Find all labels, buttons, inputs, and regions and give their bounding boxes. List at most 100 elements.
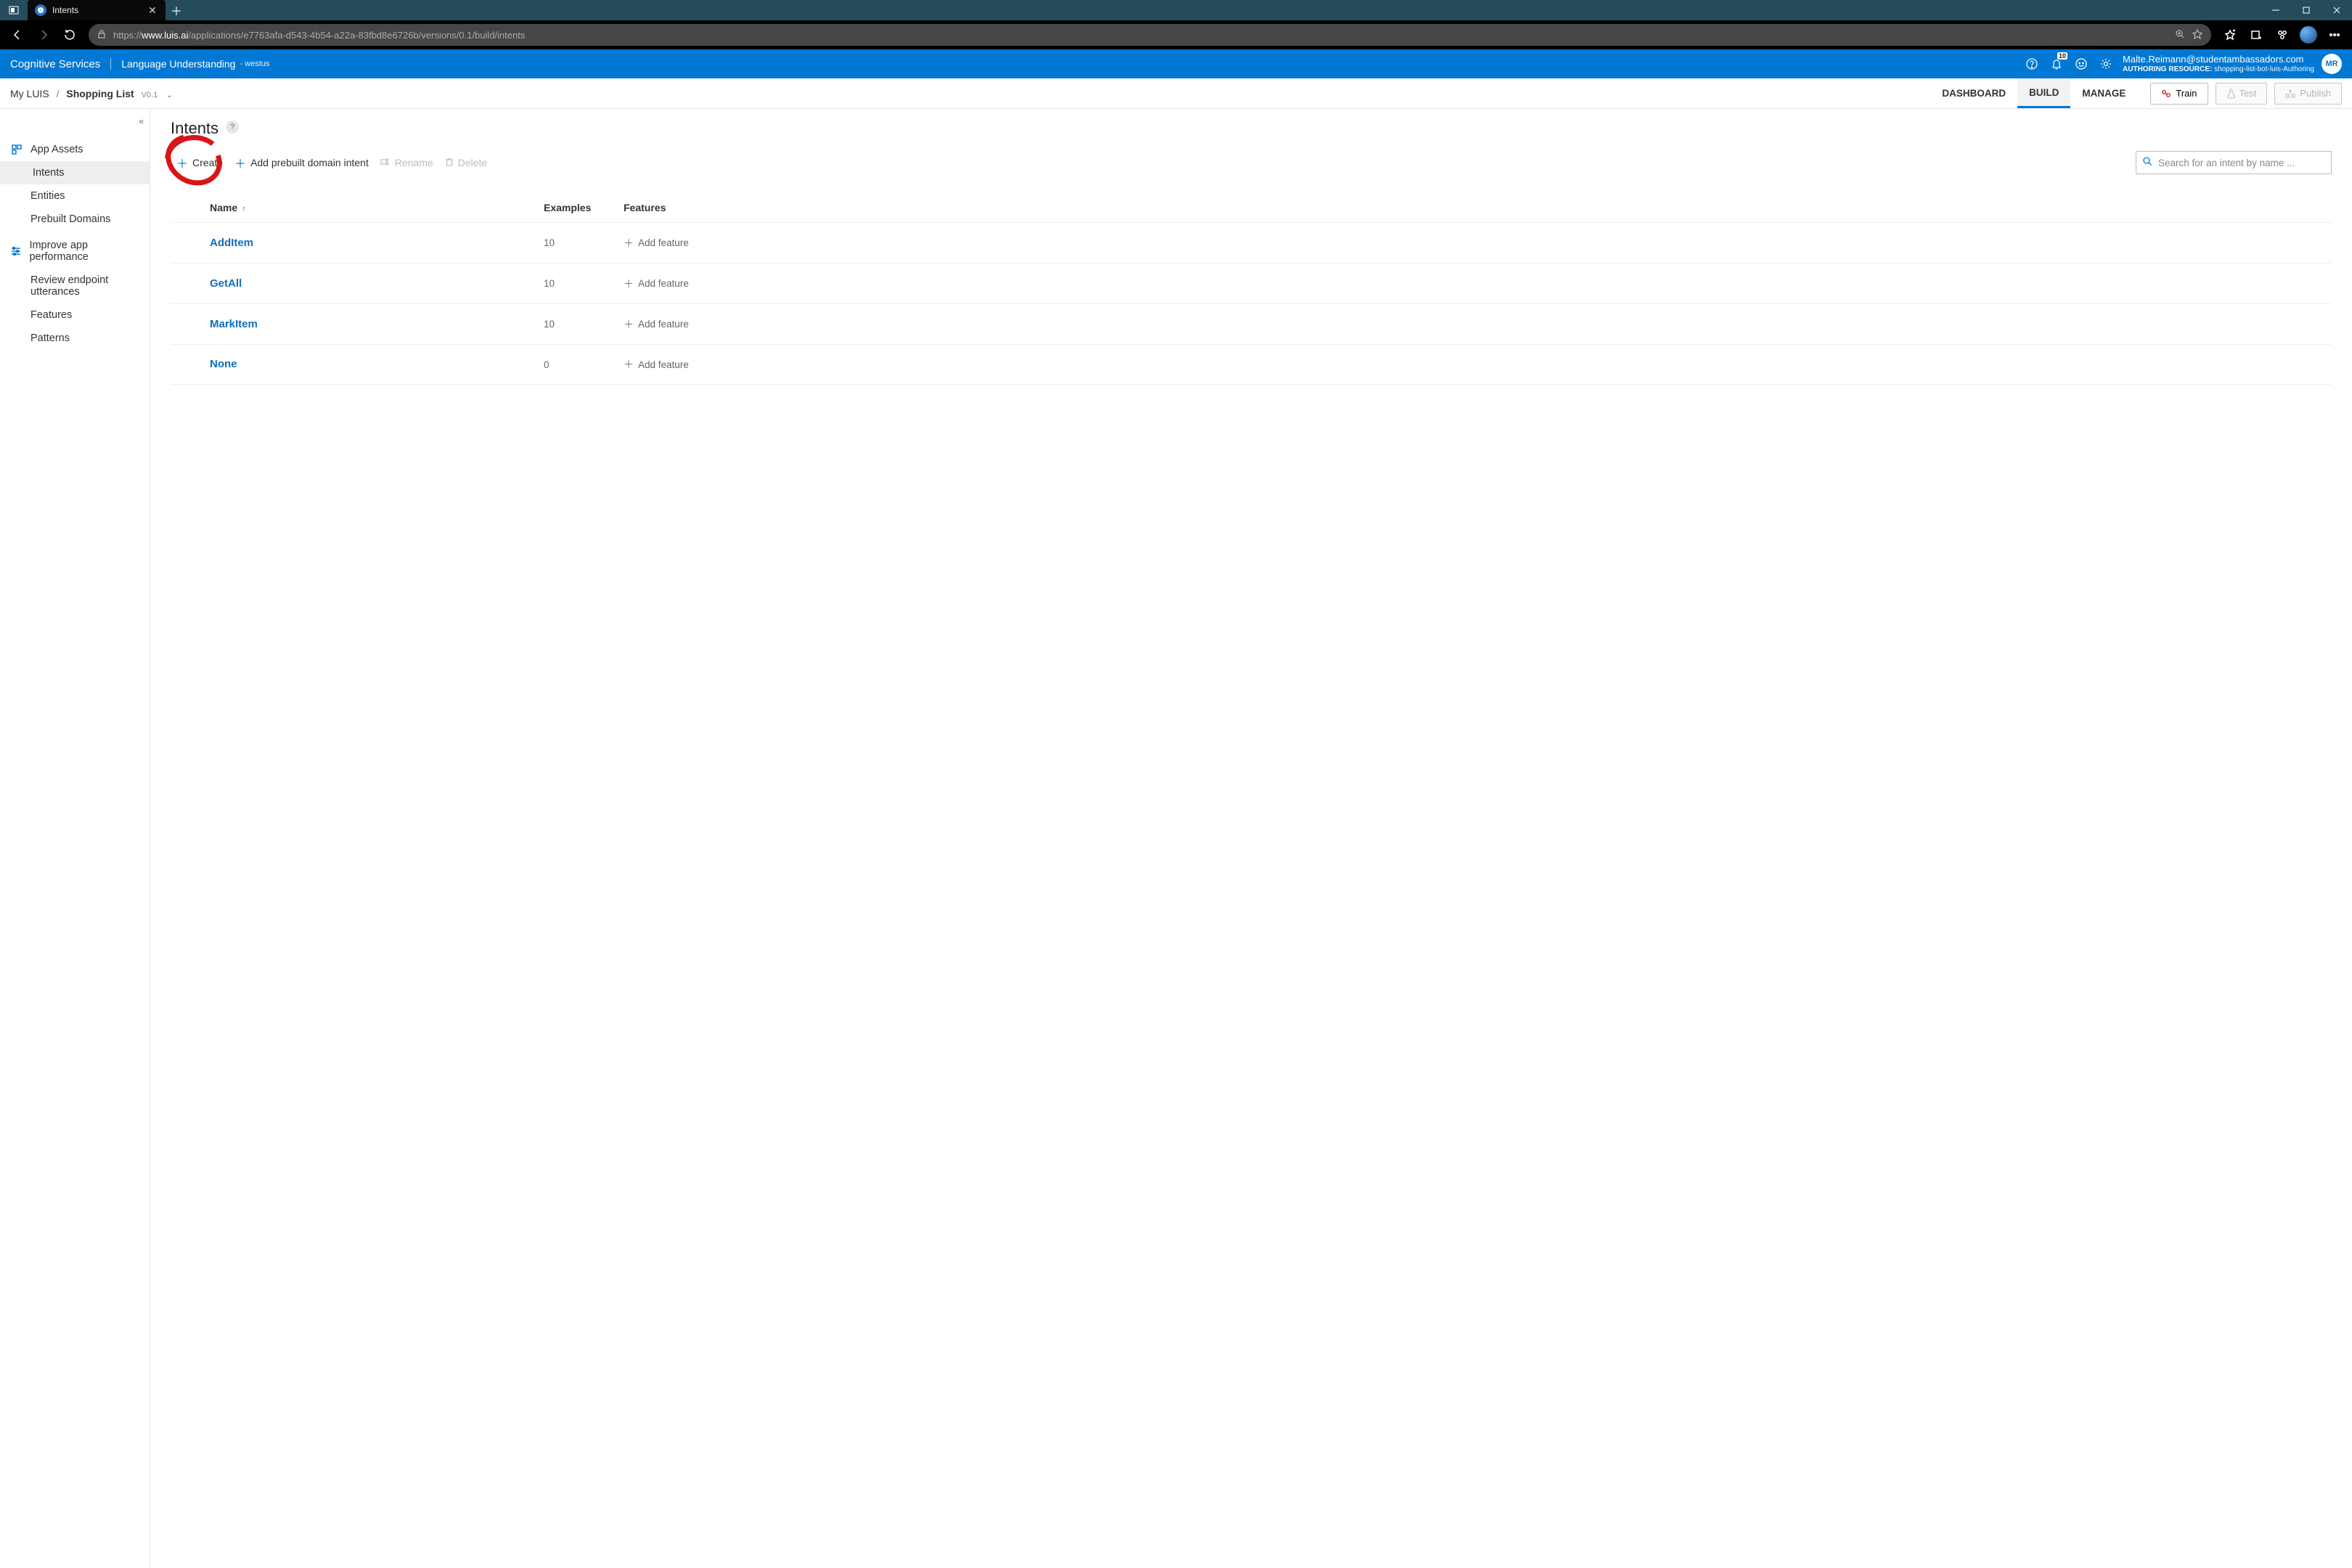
feedback-icon[interactable] xyxy=(2069,52,2094,76)
favorite-star-icon[interactable] xyxy=(2192,29,2202,41)
create-intent-button[interactable]: ＋ Create xyxy=(171,151,229,174)
add-prebuilt-intent-button[interactable]: ＋ Add prebuilt domain intent xyxy=(229,151,375,174)
notifications-icon[interactable]: 10 xyxy=(2044,52,2069,76)
tab-manage[interactable]: MANAGE xyxy=(2070,78,2137,108)
tab-build[interactable]: BUILD xyxy=(2017,78,2070,108)
sidebar-item-review-utterances[interactable]: Review endpoint utterances xyxy=(0,269,150,303)
user-email: Malte.Reimann@studentambassadors.com xyxy=(2123,54,2314,65)
window-maximize-button[interactable] xyxy=(2291,0,2322,20)
plus-icon: ＋ xyxy=(624,317,634,332)
header-user-block[interactable]: Malte.Reimann@studentambassadors.com AUT… xyxy=(2123,54,2314,75)
azure-header: Cognitive Services Language Understandin… xyxy=(0,49,2352,78)
address-bar[interactable]: https://www.luis.ai/applications/e7763af… xyxy=(89,24,2211,46)
plus-icon: ＋ xyxy=(624,277,634,291)
new-tab-button[interactable]: ＋ xyxy=(166,0,187,20)
rename-icon xyxy=(380,157,391,168)
browser-toolbar: https://www.luis.ai/applications/e7763af… xyxy=(0,20,2352,49)
sidebar-group-app-assets[interactable]: App Assets xyxy=(0,138,150,161)
tab-title: Intents xyxy=(52,5,141,15)
header-product[interactable]: Language Understanding xyxy=(121,58,235,70)
publish-icon xyxy=(2285,89,2295,98)
delete-button[interactable]: Delete xyxy=(439,154,493,172)
table-row[interactable]: MarkItem 10＋Add feature xyxy=(171,303,2332,344)
rename-button[interactable]: Rename xyxy=(375,154,439,171)
trash-icon xyxy=(445,157,454,169)
forward-button[interactable] xyxy=(32,23,55,46)
app-assets-icon xyxy=(10,144,23,155)
table-row[interactable]: None0＋Add feature xyxy=(171,344,2332,385)
intent-link[interactable]: GetAll xyxy=(210,277,242,290)
settings-icon[interactable] xyxy=(2094,52,2118,76)
search-input[interactable] xyxy=(2158,158,2325,168)
breadcrumb-root[interactable]: My LUIS xyxy=(10,88,49,99)
info-icon[interactable]: ? xyxy=(226,121,239,134)
add-feature-button[interactable]: ＋Add feature xyxy=(624,277,689,291)
col-name[interactable]: Name↑ xyxy=(210,202,544,213)
search-icon xyxy=(2142,156,2152,170)
add-feature-button[interactable]: ＋Add feature xyxy=(624,357,689,372)
tab-dashboard[interactable]: DASHBOARD xyxy=(1930,78,2017,108)
authoring-resource: AUTHORING RESOURCE: shopping-list-bot-lu… xyxy=(2123,65,2314,75)
profile-avatar[interactable] xyxy=(2297,23,2320,46)
user-avatar[interactable]: MR xyxy=(2322,54,2342,74)
tab-close-icon[interactable]: ✕ xyxy=(147,4,158,16)
zoom-icon[interactable] xyxy=(2175,29,2185,41)
intent-link[interactable]: MarkItem xyxy=(210,318,258,330)
browser-tab[interactable]: · Intents ✕ xyxy=(28,0,166,20)
app-menu-icon[interactable] xyxy=(0,0,28,20)
add-feature-button[interactable]: ＋Add feature xyxy=(624,236,689,250)
intent-link[interactable]: None xyxy=(210,358,237,370)
tab-favicon-icon: · xyxy=(35,4,46,16)
intent-name-cell: None xyxy=(210,358,544,371)
search-box[interactable] xyxy=(2136,151,2332,174)
intent-examples-cell: 10 xyxy=(544,319,624,330)
sidebar-item-prebuilt-domains[interactable]: Prebuilt Domains xyxy=(0,208,150,231)
plus-icon: ＋ xyxy=(234,154,246,171)
table-row[interactable]: GetAll 10＋Add feature xyxy=(171,263,2332,303)
plus-icon: ＋ xyxy=(624,236,634,250)
add-feature-button[interactable]: ＋Add feature xyxy=(624,317,689,332)
help-icon[interactable] xyxy=(2020,52,2044,76)
table-row[interactable]: AddItem 10＋Add feature xyxy=(171,222,2332,263)
test-button[interactable]: Test xyxy=(2216,83,2268,105)
collections-icon[interactable] xyxy=(2245,23,2268,46)
col-examples[interactable]: Examples xyxy=(544,202,624,213)
col-features[interactable]: Features xyxy=(624,202,2332,213)
window-close-button[interactable] xyxy=(2322,0,2352,20)
sort-asc-icon: ↑ xyxy=(242,205,246,213)
intent-name-cell: GetAll xyxy=(210,277,544,290)
window-minimize-button[interactable] xyxy=(2261,0,2291,20)
publish-button[interactable]: Publish xyxy=(2274,83,2342,105)
sidebar-item-entities[interactable]: Entities xyxy=(0,184,150,208)
plus-icon: ＋ xyxy=(176,154,188,171)
extensions-icon[interactable] xyxy=(2271,23,2294,46)
window-title-bar: · Intents ✕ ＋ xyxy=(0,0,2352,20)
back-button[interactable] xyxy=(6,23,29,46)
favorites-icon[interactable] xyxy=(2218,23,2242,46)
table-header: Name↑ Examples Features xyxy=(171,196,2332,222)
intent-examples-cell: 10 xyxy=(544,237,624,248)
intent-link[interactable]: AddItem xyxy=(210,237,253,249)
header-title[interactable]: Cognitive Services xyxy=(10,58,100,70)
sidebar-item-features[interactable]: Features xyxy=(0,303,150,327)
intent-examples-cell: 10 xyxy=(544,278,624,289)
plus-icon: ＋ xyxy=(624,357,634,372)
chevron-down-icon[interactable]: ⌄ xyxy=(166,91,172,99)
sidebar: « App Assets Intents Entities Prebuilt D… xyxy=(0,109,150,1568)
breadcrumb-bar: My LUIS / Shopping List V0.1 ⌄ DASHBOARD… xyxy=(0,78,2352,109)
intent-name-cell: MarkItem xyxy=(210,318,544,331)
sidebar-group-improve[interactable]: Improve app performance xyxy=(0,231,150,269)
command-bar: ＋ Create ＋ Add prebuilt domain intent Re… xyxy=(171,151,2332,174)
lock-icon xyxy=(97,29,107,41)
breadcrumb-app[interactable]: Shopping List xyxy=(66,88,134,99)
header-sep xyxy=(110,58,111,70)
breadcrumb[interactable]: My LUIS / Shopping List V0.1 ⌄ xyxy=(10,88,173,99)
refresh-button[interactable] xyxy=(58,23,81,46)
more-menu-icon[interactable] xyxy=(2323,23,2346,46)
sidebar-item-intents[interactable]: Intents xyxy=(0,161,150,184)
content-area: Intents ? ＋ Create ＋ Add prebuilt domain… xyxy=(150,109,2352,1568)
sidebar-item-patterns[interactable]: Patterns xyxy=(0,327,150,350)
train-button[interactable]: Train xyxy=(2150,83,2208,105)
publish-label: Publish xyxy=(2300,88,2331,99)
collapse-sidebar-icon[interactable]: « xyxy=(139,116,144,126)
